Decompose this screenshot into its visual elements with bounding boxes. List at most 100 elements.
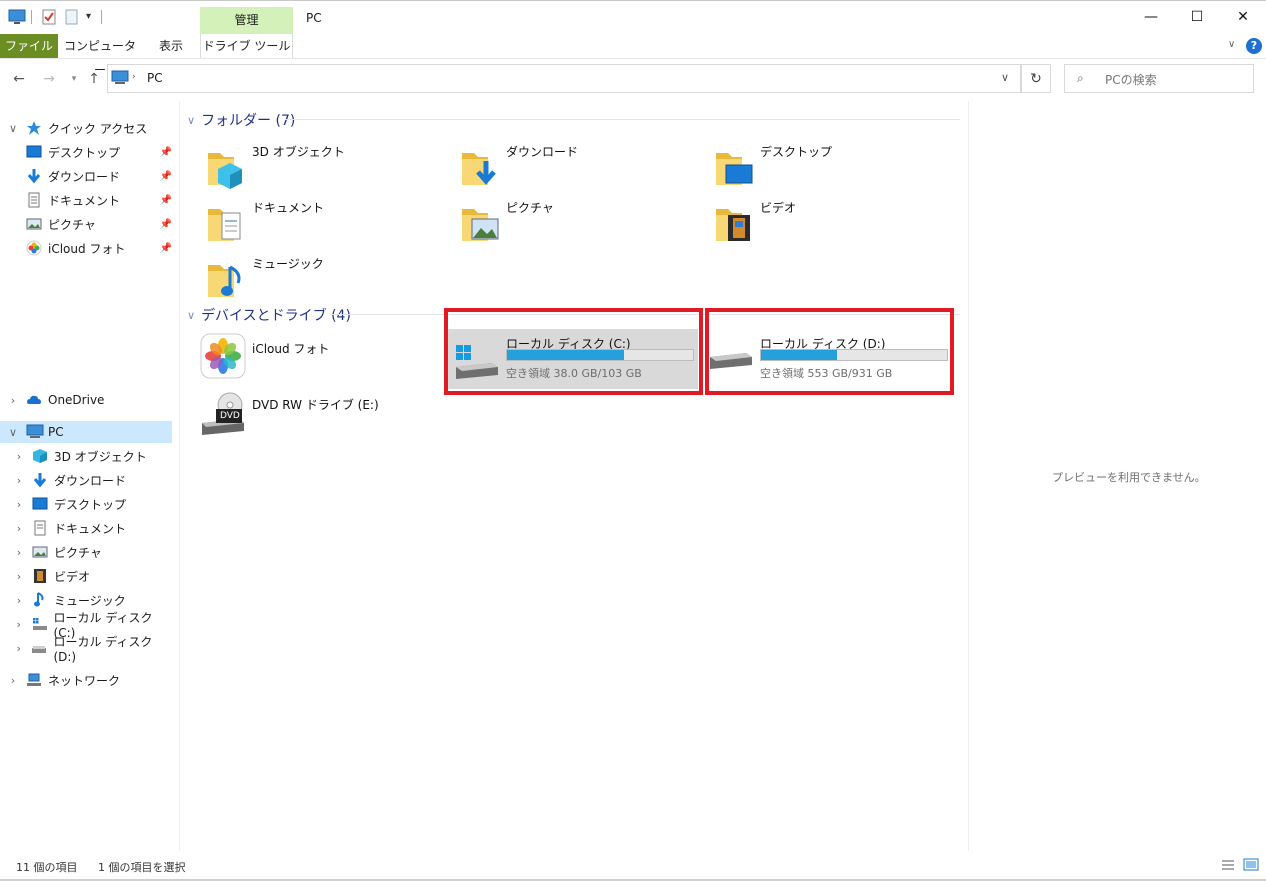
nav-network[interactable]: › ネットワーク xyxy=(0,669,172,691)
pin-icon[interactable]: 📌 xyxy=(160,171,172,182)
folder-desktop[interactable]: デスクトップ xyxy=(714,143,964,195)
nav-item-label: 3D オブジェクト xyxy=(54,449,147,464)
star-icon xyxy=(26,120,42,136)
refresh-button[interactable]: ↻ xyxy=(1021,64,1051,93)
folder-pictures[interactable]: ピクチャ xyxy=(460,199,710,251)
chevron-right-icon[interactable]: › xyxy=(14,570,24,583)
desktop-icon xyxy=(32,496,48,512)
pictures-icon xyxy=(26,216,42,232)
chevron-right-icon[interactable]: › xyxy=(14,642,23,655)
chevron-right-icon[interactable]: › xyxy=(8,674,18,687)
search-input[interactable]: PCの検索 xyxy=(1105,71,1157,88)
separator xyxy=(31,10,32,24)
folder-downloads[interactable]: ダウンロード xyxy=(460,143,710,195)
tile-label: iCloud フォト xyxy=(252,342,330,356)
address-dropdown-icon[interactable]: ∨ xyxy=(1001,71,1009,84)
up-button[interactable]: ↑ xyxy=(83,68,105,90)
close-button[interactable]: ✕ xyxy=(1220,1,1266,33)
computer-icon[interactable] xyxy=(8,9,26,25)
help-icon[interactable]: ? xyxy=(1246,38,1262,54)
nav-item-label: ネットワーク xyxy=(48,673,121,688)
properties-icon[interactable] xyxy=(41,9,57,25)
nav-pc-drive-d[interactable]: › ローカル ディスク (D:) xyxy=(0,635,172,664)
nav-quick-downloads[interactable]: ダウンロード 📌 xyxy=(0,165,172,187)
nav-pc-videos[interactable]: › ビデオ xyxy=(0,565,172,587)
folder-music[interactable]: ミュージック xyxy=(206,255,456,307)
chevron-right-icon[interactable]: › xyxy=(14,594,24,607)
recent-locations-button[interactable]: ▾ xyxy=(63,68,85,90)
maximize-button[interactable]: ☐ xyxy=(1174,1,1220,33)
nav-quick-documents[interactable]: ドキュメント 📌 xyxy=(0,189,172,211)
minimize-button[interactable]: — xyxy=(1128,1,1174,33)
nav-quick-icloud[interactable]: iCloud フォト 📌 xyxy=(0,237,172,259)
customize-qat-icon[interactable]: ▾ xyxy=(86,11,91,22)
chevron-down-icon[interactable]: ∨ xyxy=(8,122,18,135)
pin-icon[interactable]: 📌 xyxy=(160,219,172,230)
nav-quick-access-label: クイック アクセス xyxy=(48,121,148,136)
chevron-right-icon[interactable]: › xyxy=(14,546,24,559)
folder-documents[interactable]: ドキュメント xyxy=(206,199,456,251)
chevron-right-icon[interactable]: › xyxy=(14,450,24,463)
cloud-icon xyxy=(26,392,42,408)
group-header-folders[interactable]: ∨ フォルダー (7) xyxy=(187,110,295,130)
search-box[interactable]: ⌕ PCの検索 xyxy=(1064,64,1254,93)
device-dvd-drive[interactable]: DVD DVD RW ドライブ (E:) xyxy=(200,389,450,441)
group-header-devices[interactable]: ∨ デバイスとドライブ (4) xyxy=(187,305,351,325)
chevron-right-icon[interactable]: › xyxy=(14,498,24,511)
large-icons-view-icon[interactable] xyxy=(1243,858,1259,874)
nav-quick-access[interactable]: ∨ クイック アクセス xyxy=(0,117,172,139)
explorer-window: ▾ 管理 PC — ☐ ✕ ファイル コンピューター 表示 ドライブ ツール ∨… xyxy=(0,0,1266,881)
preview-divider[interactable] xyxy=(968,101,969,851)
nav-item-label: ピクチャ xyxy=(48,217,96,232)
pin-icon[interactable]: 📌 xyxy=(160,147,172,158)
tab-file[interactable]: ファイル xyxy=(0,34,58,58)
status-item-count: 11 個の項目 xyxy=(16,861,78,874)
new-folder-icon[interactable] xyxy=(64,9,80,25)
nav-pc-pictures[interactable]: › ピクチャ xyxy=(0,541,172,563)
nav-item-label: ミュージック xyxy=(54,593,126,608)
nav-onedrive[interactable]: › OneDrive xyxy=(0,389,172,411)
nav-item-label: ピクチャ xyxy=(54,545,102,560)
tile-label: デスクトップ xyxy=(760,145,833,159)
pin-icon[interactable]: 📌 xyxy=(160,243,172,254)
context-tab-manage[interactable]: 管理 xyxy=(200,7,293,34)
pictures-icon xyxy=(32,544,48,560)
nav-pc-downloads[interactable]: › ダウンロード xyxy=(0,469,172,491)
details-view-icon[interactable] xyxy=(1221,859,1235,874)
nav-pc-documents[interactable]: › ドキュメント xyxy=(0,517,172,539)
chevron-right-icon[interactable]: › xyxy=(14,618,24,631)
breadcrumb-chevron-icon[interactable]: › xyxy=(132,72,136,82)
tab-computer[interactable]: コンピューター xyxy=(62,34,138,77)
nav-quick-desktop[interactable]: デスクトップ 📌 xyxy=(0,141,172,163)
music-folder-icon xyxy=(208,265,241,297)
folder-videos[interactable]: ビデオ xyxy=(714,199,964,251)
device-icloud-photos[interactable]: iCloud フォト xyxy=(200,333,450,385)
pin-icon[interactable]: 📌 xyxy=(160,195,172,206)
back-button[interactable]: ← xyxy=(8,68,30,90)
chevron-right-icon[interactable]: › xyxy=(8,394,18,407)
chevron-right-icon[interactable]: › xyxy=(14,522,24,535)
chevron-down-icon[interactable]: ∨ xyxy=(187,309,195,322)
nav-pc-3d-objects[interactable]: › 3D オブジェクト xyxy=(0,445,172,467)
chevron-down-icon[interactable]: ∨ xyxy=(187,114,195,127)
address-bar[interactable]: › PC ∨ xyxy=(107,64,1021,93)
tab-drive-tools[interactable]: ドライブ ツール xyxy=(200,34,293,58)
nav-quick-pictures[interactable]: ピクチャ 📌 xyxy=(0,213,172,235)
nav-pc[interactable]: ∨ PC xyxy=(0,421,172,443)
chevron-down-icon[interactable]: ∨ xyxy=(8,426,18,439)
forward-button[interactable]: → xyxy=(38,68,60,90)
dvd-badge: DVD xyxy=(220,411,240,421)
tab-view[interactable]: 表示 xyxy=(150,34,192,58)
breadcrumb-pc[interactable]: PC xyxy=(147,71,163,85)
pane-divider[interactable] xyxy=(179,101,180,851)
folder-3d-objects[interactable]: 3D オブジェクト xyxy=(206,143,456,195)
highlight-box-drive-d xyxy=(705,308,954,395)
arrow-right-icon: → xyxy=(43,71,55,87)
separator xyxy=(101,10,102,24)
nav-pc-desktop[interactable]: › デスクトップ xyxy=(0,493,172,515)
3d-objects-folder-icon xyxy=(208,153,242,189)
expand-ribbon-icon[interactable]: ∨ xyxy=(1228,39,1235,50)
documents-folder-icon xyxy=(208,209,241,241)
chevron-right-icon[interactable]: › xyxy=(14,474,24,487)
tile-label: ミュージック xyxy=(252,257,324,271)
